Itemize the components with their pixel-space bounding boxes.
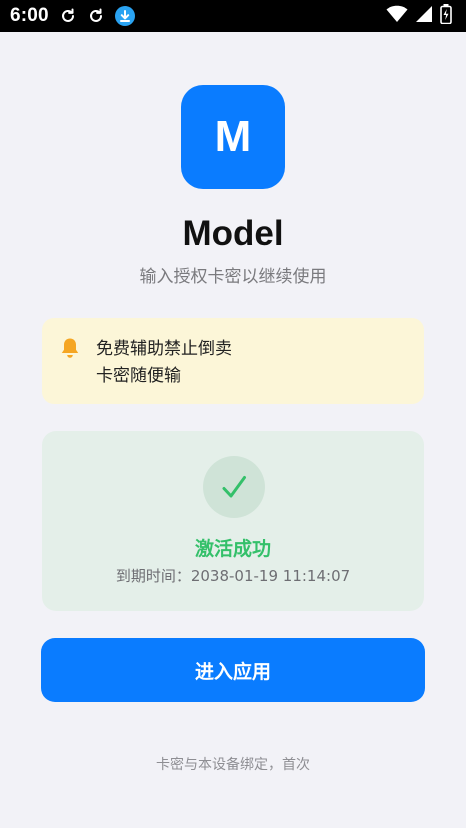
activation-card: 激活成功 到期时间：2038-01-19 11:14:07: [42, 431, 424, 611]
notice-line-1: 免费辅助禁止倒卖: [96, 339, 232, 359]
app-title: Model: [182, 214, 284, 253]
notice-text: 免费辅助禁止倒卖 卡密随便输: [96, 336, 232, 404]
expire-label: 到期时间：: [115, 567, 191, 585]
sync-icon: [59, 7, 77, 25]
expire-line: 到期时间：2038-01-19 11:14:07: [42, 565, 424, 586]
status-left: 6:00: [10, 5, 135, 27]
wifi-icon: [386, 5, 408, 27]
checkmark-icon: [222, 476, 246, 498]
sync-icon: [87, 7, 105, 25]
enter-app-button[interactable]: 进入应用: [41, 638, 425, 702]
check-circle: [203, 456, 265, 518]
battery-charging-icon: [440, 4, 452, 28]
status-bar: 6:00: [0, 0, 466, 32]
app-subtitle: 输入授权卡密以继续使用: [139, 267, 327, 287]
status-right: [386, 4, 452, 28]
app-logo-letter: M: [214, 112, 252, 161]
signal-icon: [416, 5, 432, 27]
app-logo: M: [181, 85, 285, 189]
notice-card: 免费辅助禁止倒卖 卡密随便输: [42, 318, 424, 404]
expire-value: 2038-01-19 11:14:07: [190, 567, 351, 585]
notice-line-2: 卡密随便输: [96, 366, 181, 386]
bell-icon: [60, 337, 82, 359]
download-icon: [114, 6, 135, 26]
status-time: 6:00: [10, 5, 49, 26]
activation-status: 激活成功: [194, 538, 271, 560]
footer-note: 卡密与本设备绑定，首次: [156, 757, 310, 773]
